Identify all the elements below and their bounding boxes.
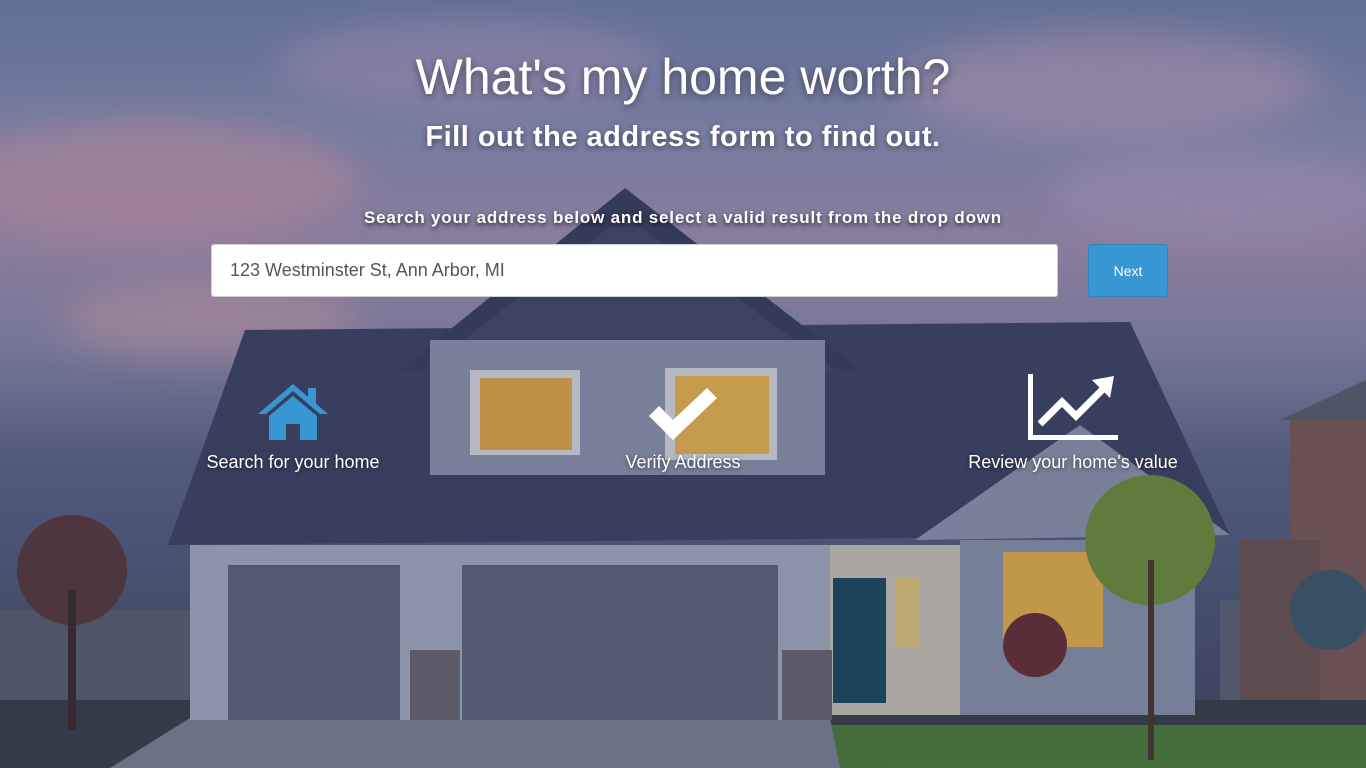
step-label: Review your home's value bbox=[968, 452, 1178, 472]
checkmark-icon bbox=[553, 370, 813, 442]
address-search-input[interactable] bbox=[211, 244, 1058, 297]
step-label: Search for your home bbox=[206, 452, 380, 472]
step-search-home: Search for your home bbox=[163, 370, 423, 473]
page-title: What's my home worth? bbox=[415, 49, 951, 105]
chart-trend-icon bbox=[943, 370, 1203, 442]
hero-section: What's my home worth? Fill out the addre… bbox=[0, 0, 1366, 768]
step-label: Verify Address bbox=[625, 452, 741, 472]
next-button[interactable]: Next bbox=[1088, 244, 1168, 297]
step-verify-address: Verify Address bbox=[553, 370, 813, 473]
search-instruction: Search your address below and select a v… bbox=[364, 208, 1002, 227]
house-icon bbox=[163, 370, 423, 442]
step-review-value: Review your home's value bbox=[943, 370, 1203, 473]
page-subtitle: Fill out the address form to find out. bbox=[425, 121, 941, 153]
